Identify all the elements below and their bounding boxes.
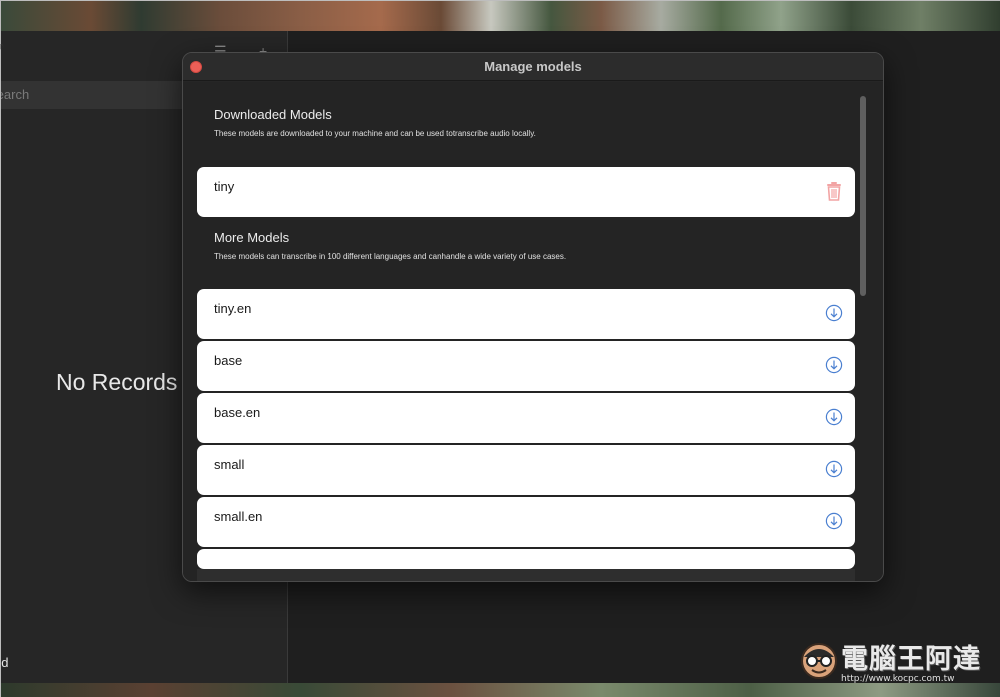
watermark-text: 電腦王阿達 xyxy=(841,644,981,675)
scrollbar[interactable] xyxy=(858,96,868,564)
model-row-small-en[interactable]: small.en xyxy=(197,497,855,547)
model-row-partial[interactable] xyxy=(197,549,855,569)
empty-state-label: No Records xyxy=(56,369,178,395)
download-icon[interactable] xyxy=(825,408,843,426)
sidebar-toggle-icon[interactable]: ◐ xyxy=(0,39,4,53)
download-icon[interactable] xyxy=(825,512,843,530)
dialog-title: Manage models xyxy=(484,59,582,74)
mascot-icon xyxy=(801,643,837,679)
model-row-tiny-en[interactable]: tiny.en xyxy=(197,289,855,339)
model-row-base[interactable]: base xyxy=(197,341,855,391)
model-name: tiny xyxy=(214,179,235,194)
more-models-description: These models can transcribe in 100 diffe… xyxy=(214,252,567,261)
dialog-titlebar: Manage models xyxy=(183,53,883,81)
download-icon[interactable] xyxy=(825,356,843,374)
list-bottom-fade xyxy=(197,569,855,581)
model-row-base-en[interactable]: base.en xyxy=(197,393,855,443)
more-models-heading: More Models xyxy=(214,230,290,245)
model-name: base.en xyxy=(214,405,261,420)
scrollbar-thumb[interactable] xyxy=(860,96,866,296)
model-name: small xyxy=(214,457,245,472)
search-placeholder: Search xyxy=(1,87,30,102)
search-input[interactable]: Search xyxy=(1,81,201,109)
sidebar-status-text: ed xyxy=(1,655,9,670)
model-row-small[interactable]: small xyxy=(197,445,855,495)
downloaded-models-description: These models are downloaded to your mach… xyxy=(214,129,536,138)
model-name: tiny.en xyxy=(214,301,252,316)
watermark-url: http://www.kocpc.com.tw xyxy=(841,674,955,684)
downloaded-model-row[interactable]: tiny xyxy=(197,167,855,217)
desktop-wallpaper-top xyxy=(1,1,1000,31)
download-icon[interactable] xyxy=(825,304,843,322)
download-icon[interactable] xyxy=(825,460,843,478)
model-name: small.en xyxy=(214,509,263,524)
downloaded-models-heading: Downloaded Models xyxy=(214,107,332,122)
trash-icon[interactable] xyxy=(825,181,843,201)
manage-models-dialog: Manage models Downloaded Models These mo… xyxy=(182,52,884,582)
dialog-content[interactable]: Downloaded Models These models are downl… xyxy=(183,82,883,581)
watermark: 電腦王阿達 http://www.kocpc.com.tw xyxy=(797,635,993,689)
model-name: base xyxy=(214,353,243,368)
